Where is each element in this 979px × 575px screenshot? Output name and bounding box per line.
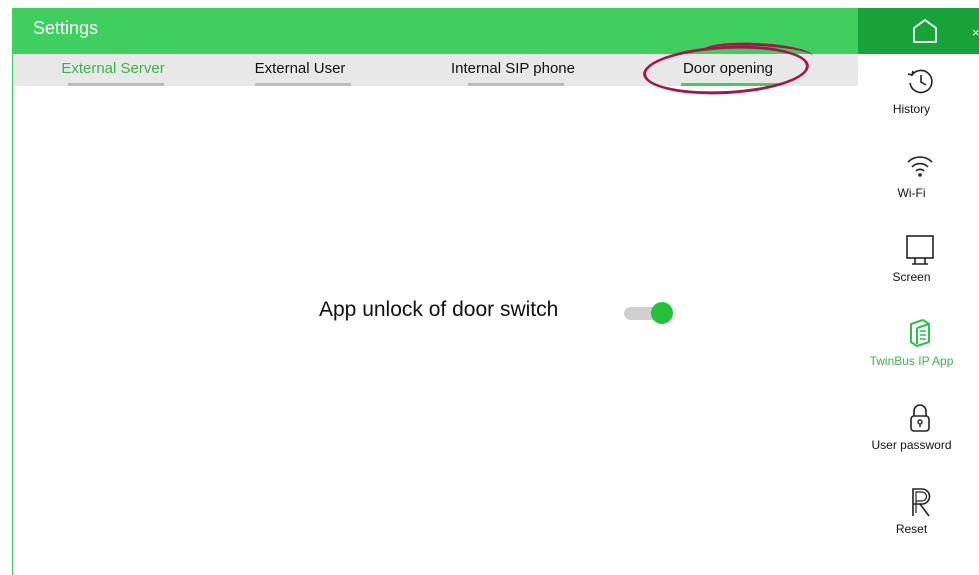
tab-label: Internal SIP phone <box>451 60 575 77</box>
page-title: Settings <box>33 18 99 38</box>
history-icon <box>907 69 933 94</box>
tab-external-user[interactable]: External User <box>210 54 390 86</box>
setting-label: App unlock of door switch <box>319 298 559 321</box>
tab-label: External Server <box>61 60 165 77</box>
tab-door-opening[interactable]: Door opening <box>638 54 818 86</box>
tab-internal-sip-phone[interactable]: Internal SIP phone <box>423 54 603 86</box>
tab-label: Door opening <box>682 60 774 77</box>
toggle-knob <box>651 302 673 324</box>
close-icon[interactable]: × <box>972 26 979 39</box>
tab-underline <box>255 83 351 86</box>
tab-external-server[interactable]: External Server <box>23 54 203 86</box>
home-button[interactable]: × <box>858 8 979 54</box>
right-sidebar: × History Wi-Fi Screen TwinBus IP App Us… <box>858 0 979 575</box>
app-icon <box>910 319 930 347</box>
sidebar-item-label: Wi-Fi <box>897 186 926 200</box>
home-icon <box>913 19 937 43</box>
sidebar-item-screen[interactable]: Screen <box>858 234 979 304</box>
tab-bar: External Server External User Internal S… <box>13 54 858 86</box>
settings-panel: Settings External Server External User I… <box>12 8 858 575</box>
screen-icon <box>906 235 934 265</box>
sidebar-item-label: User password <box>871 438 952 452</box>
sidebar-item-label: Screen <box>892 270 931 284</box>
tab-underline <box>681 83 781 86</box>
sidebar-item-twinbus-ip-app[interactable]: TwinBus IP App <box>858 318 979 388</box>
sidebar-item-label: Reset <box>895 522 928 536</box>
tab-underline <box>68 83 164 86</box>
title-bar: Settings <box>13 8 858 54</box>
wifi-icon <box>907 156 933 177</box>
sidebar-item-label: TwinBus IP App <box>869 354 954 368</box>
reset-icon <box>912 488 931 517</box>
sidebar-item-history[interactable]: History <box>858 66 979 136</box>
sidebar-item-wifi[interactable]: Wi-Fi <box>858 150 979 220</box>
tab-underline <box>468 83 564 86</box>
lock-icon <box>910 404 930 432</box>
sidebar-item-label: History <box>892 102 931 116</box>
sidebar-item-user-password[interactable]: User password <box>858 402 979 472</box>
app-unlock-toggle[interactable] <box>624 302 673 324</box>
sidebar-item-reset[interactable]: Reset <box>858 486 979 556</box>
tab-label: External User <box>254 60 346 77</box>
